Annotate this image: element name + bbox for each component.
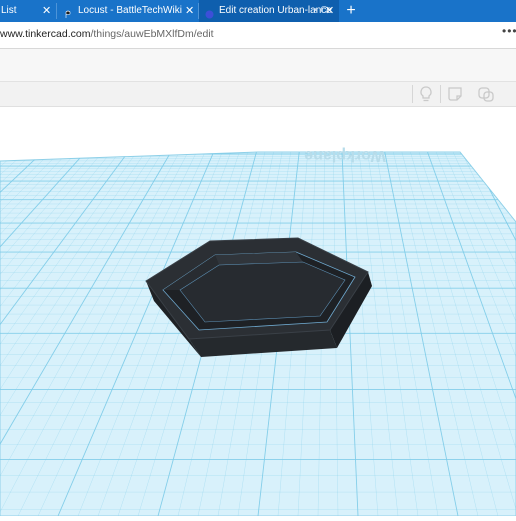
toolbar-divider (412, 85, 413, 103)
address-bar[interactable]: www.tinkercad.com/things/auwEbMXlfDm/edi… (0, 22, 516, 49)
tinkercad-favicon-icon (205, 6, 214, 19)
tab-close-icon[interactable]: ✕ (42, 0, 51, 22)
tab-close-icon[interactable]: ✕ (185, 0, 194, 22)
browser-tab-bar: List ✕ Locust - BattleTechWiki ✕ Edit cr… (0, 0, 516, 22)
tab-battletechwiki[interactable]: Locust - BattleTechWiki ✕ (57, 0, 197, 22)
3d-viewport[interactable]: Workplane (0, 107, 516, 517)
toolbar-divider (440, 85, 441, 103)
new-tab-button[interactable]: + (343, 0, 359, 22)
url-host: www.tinkercad.com (0, 28, 91, 40)
app-header (0, 49, 516, 82)
tab-edit-creation[interactable]: Edit creation Urban-lance • C ✕ (199, 0, 339, 22)
workplane-scene[interactable]: Workplane (0, 107, 516, 517)
tab-title: Locust - BattleTechWiki (78, 5, 182, 16)
workplane-label: Workplane (304, 147, 386, 164)
note-icon[interactable] (447, 85, 465, 103)
url-field[interactable]: www.tinkercad.com/things/auwEbMXlfDm/edi… (0, 28, 214, 40)
more-options-icon[interactable]: ••• (502, 24, 516, 38)
lightbulb-icon[interactable] (417, 85, 435, 103)
tab-title: List (1, 5, 17, 16)
favicon-icon (64, 6, 72, 18)
url-path: /things/auwEbMXlfDm/edit (90, 28, 214, 40)
group-shapes-icon[interactable] (477, 85, 495, 103)
tab-list[interactable]: List ✕ (0, 0, 55, 22)
tab-close-icon[interactable]: ✕ (325, 0, 334, 22)
editor-toolbar (0, 82, 516, 107)
